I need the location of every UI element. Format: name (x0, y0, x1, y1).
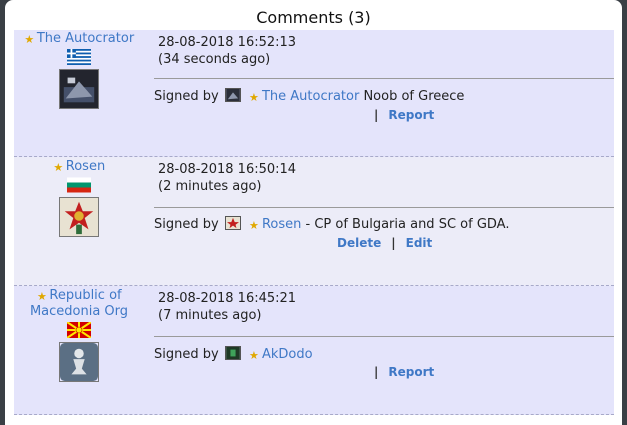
star-icon: ★ (248, 349, 259, 362)
action-separator: | (374, 108, 379, 122)
comment-item: ★ Rosen 28-08-2018 16:50:14 (2 minutes ag… (14, 157, 614, 286)
delete-button[interactable]: Delete (337, 236, 381, 250)
comment-author: ★ Republic of Macedonia Org (14, 286, 144, 382)
comments-panel: Comments (3) ★ The Autocrator 28-08-2018… (5, 0, 622, 425)
signed-by-label: Signed by (154, 347, 219, 362)
comment-meta: 28-08-2018 16:45:21 (7 minutes ago) (158, 290, 296, 324)
comment-relative-time: (2 minutes ago) (158, 179, 262, 194)
macedonia-flag-icon (67, 322, 91, 338)
signer-avatar[interactable] (224, 346, 241, 360)
star-icon: ★ (36, 290, 47, 303)
action-separator: | (391, 236, 396, 250)
signer-link[interactable]: The Autocrator (262, 89, 359, 104)
comment-signature: Signed by ★ Rosen - CP of Bulgaria and SC… (154, 216, 509, 232)
avatar[interactable] (59, 69, 99, 109)
star-icon: ★ (24, 33, 35, 46)
comment-author: ★ Rosen (14, 157, 144, 237)
comment-relative-time: (7 minutes ago) (158, 308, 262, 323)
comment-actions: | Report (364, 108, 434, 122)
action-separator: | (374, 365, 379, 379)
author-link-line2[interactable]: Macedonia Org (14, 304, 144, 320)
signer-avatar[interactable] (224, 88, 241, 102)
signature-message: Noob of Greece (359, 89, 465, 104)
comment-signature: Signed by ★ The Autocrator Noob of Greece (154, 88, 464, 104)
signed-by-label: Signed by (154, 89, 219, 104)
greece-flag-icon (67, 49, 91, 65)
signer-link[interactable]: Rosen (262, 217, 301, 232)
author-link[interactable]: The Autocrator (37, 31, 134, 46)
signer-avatar[interactable] (224, 216, 241, 230)
comment-meta: 28-08-2018 16:52:13 (34 seconds ago) (158, 34, 296, 68)
comment-divider (154, 207, 614, 208)
star-icon: ★ (248, 91, 259, 104)
comment-divider (154, 336, 614, 337)
comment-item: ★ The Autocrator 28-08-2018 16:52:13 (34… (14, 30, 614, 157)
author-link[interactable]: Rosen (66, 159, 105, 174)
report-button[interactable]: Report (388, 108, 434, 122)
signature-message: - CP of Bulgaria and SC of GDA. (301, 217, 510, 232)
comment-author: ★ The Autocrator (14, 30, 144, 109)
comment-relative-time: (34 seconds ago) (158, 52, 271, 67)
comment-item: ★ Republic of Macedonia Org 28-08-2018 1… (14, 286, 614, 415)
comments-title: Comments (3) (256, 8, 371, 27)
signed-by-label: Signed by (154, 217, 219, 232)
avatar[interactable] (59, 342, 99, 382)
star-icon: ★ (248, 219, 259, 232)
comment-meta: 28-08-2018 16:50:14 (2 minutes ago) (158, 161, 296, 195)
comment-actions: | Report (364, 365, 434, 379)
comment-divider (154, 78, 614, 79)
author-link-line1[interactable]: Republic of (49, 288, 121, 303)
comment-timestamp: 28-08-2018 16:45:21 (158, 291, 297, 306)
report-button[interactable]: Report (388, 365, 434, 379)
comment-actions: Delete | Edit (337, 236, 432, 250)
star-icon: ★ (53, 161, 64, 174)
signer-link[interactable]: AkDodo (262, 347, 313, 362)
bulgaria-flag-icon (67, 177, 91, 193)
avatar[interactable] (59, 197, 99, 237)
edit-button[interactable]: Edit (406, 236, 433, 250)
comment-signature: Signed by ★ AkDodo (154, 346, 313, 362)
comment-timestamp: 28-08-2018 16:52:13 (158, 35, 297, 50)
comment-timestamp: 28-08-2018 16:50:14 (158, 162, 297, 177)
